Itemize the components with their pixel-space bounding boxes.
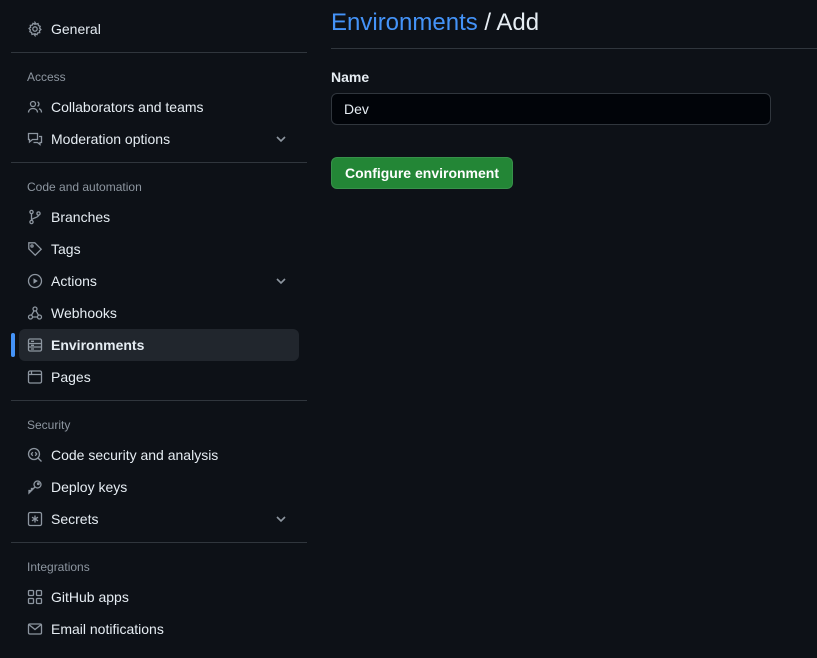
people-icon — [27, 99, 43, 115]
sidebar-item-environments[interactable]: Environments — [19, 329, 299, 361]
settings-sidebar: General Access Collaborators and teams M… — [0, 0, 310, 658]
webhook-icon — [27, 305, 43, 321]
sidebar-item-webhooks[interactable]: Webhooks — [19, 297, 299, 329]
mail-icon — [27, 621, 43, 637]
sidebar-item-label: Code security and analysis — [51, 447, 219, 463]
browser-icon — [27, 369, 43, 385]
configure-environment-button[interactable]: Configure environment — [331, 157, 513, 189]
main-content: Environments / Add Name Configure enviro… — [331, 0, 817, 658]
sidebar-item-label: Email notifications — [51, 621, 164, 637]
sidebar-item-email-notifications[interactable]: Email notifications — [19, 613, 299, 645]
sidebar-item-pages[interactable]: Pages — [19, 361, 299, 393]
server-icon — [27, 337, 43, 353]
sidebar-item-secrets[interactable]: Secrets — [19, 503, 299, 535]
sidebar-item-moderation[interactable]: Moderation options — [19, 123, 299, 155]
section-title-security: Security — [27, 418, 71, 432]
sidebar-item-label: Webhooks — [51, 305, 117, 321]
sidebar-item-tags[interactable]: Tags — [19, 233, 299, 265]
sidebar-item-branches[interactable]: Branches — [19, 201, 299, 233]
section-title-access: Access — [27, 70, 66, 84]
sidebar-item-label: Pages — [51, 369, 91, 385]
sidebar-divider — [11, 400, 307, 401]
tag-icon — [27, 241, 43, 257]
comment-discussion-icon — [27, 131, 43, 147]
sidebar-divider — [11, 162, 307, 163]
key-icon — [27, 479, 43, 495]
sidebar-item-code-security[interactable]: Code security and analysis — [19, 439, 299, 471]
sidebar-item-label: Environments — [51, 337, 145, 353]
sidebar-item-label: Secrets — [51, 511, 99, 527]
sidebar-divider — [11, 52, 307, 53]
sidebar-item-label: General — [51, 21, 101, 37]
name-field-label: Name — [331, 69, 370, 85]
chevron-down-icon[interactable] — [273, 273, 289, 289]
sidebar-item-label: Tags — [51, 241, 81, 257]
section-title-code-automation: Code and automation — [27, 180, 142, 194]
apps-icon — [27, 589, 43, 605]
title-divider — [331, 48, 817, 49]
sidebar-divider — [11, 542, 307, 543]
sidebar-item-actions[interactable]: Actions — [19, 265, 299, 297]
git-branch-icon — [27, 209, 43, 225]
breadcrumb-current: Add — [496, 9, 540, 36]
sidebar-item-deploy-keys[interactable]: Deploy keys — [19, 471, 299, 503]
sidebar-item-general[interactable]: General — [19, 13, 299, 45]
sidebar-item-label: Collaborators and teams — [51, 99, 204, 115]
page-title: Environments / Add — [331, 9, 539, 37]
sidebar-item-label: GitHub apps — [51, 589, 129, 605]
asterisk-icon — [27, 511, 43, 527]
gear-icon — [27, 21, 43, 37]
sidebar-item-label: Branches — [51, 209, 111, 225]
sidebar-item-github-apps[interactable]: GitHub apps — [19, 581, 299, 613]
chevron-down-icon[interactable] — [273, 131, 289, 147]
active-indicator — [11, 333, 15, 357]
sidebar-item-label: Deploy keys — [51, 479, 128, 495]
sidebar-item-label: Actions — [51, 273, 97, 289]
codescan-icon — [27, 447, 43, 463]
environment-name-input[interactable] — [331, 93, 771, 125]
chevron-down-icon[interactable] — [273, 511, 289, 527]
breadcrumb-environments-link[interactable]: Environments — [331, 9, 478, 36]
sidebar-item-collaborators[interactable]: Collaborators and teams — [19, 91, 299, 123]
play-icon — [27, 273, 43, 289]
breadcrumb-separator: / — [477, 9, 497, 36]
section-title-integrations: Integrations — [27, 560, 90, 574]
sidebar-item-label: Moderation options — [51, 131, 171, 147]
